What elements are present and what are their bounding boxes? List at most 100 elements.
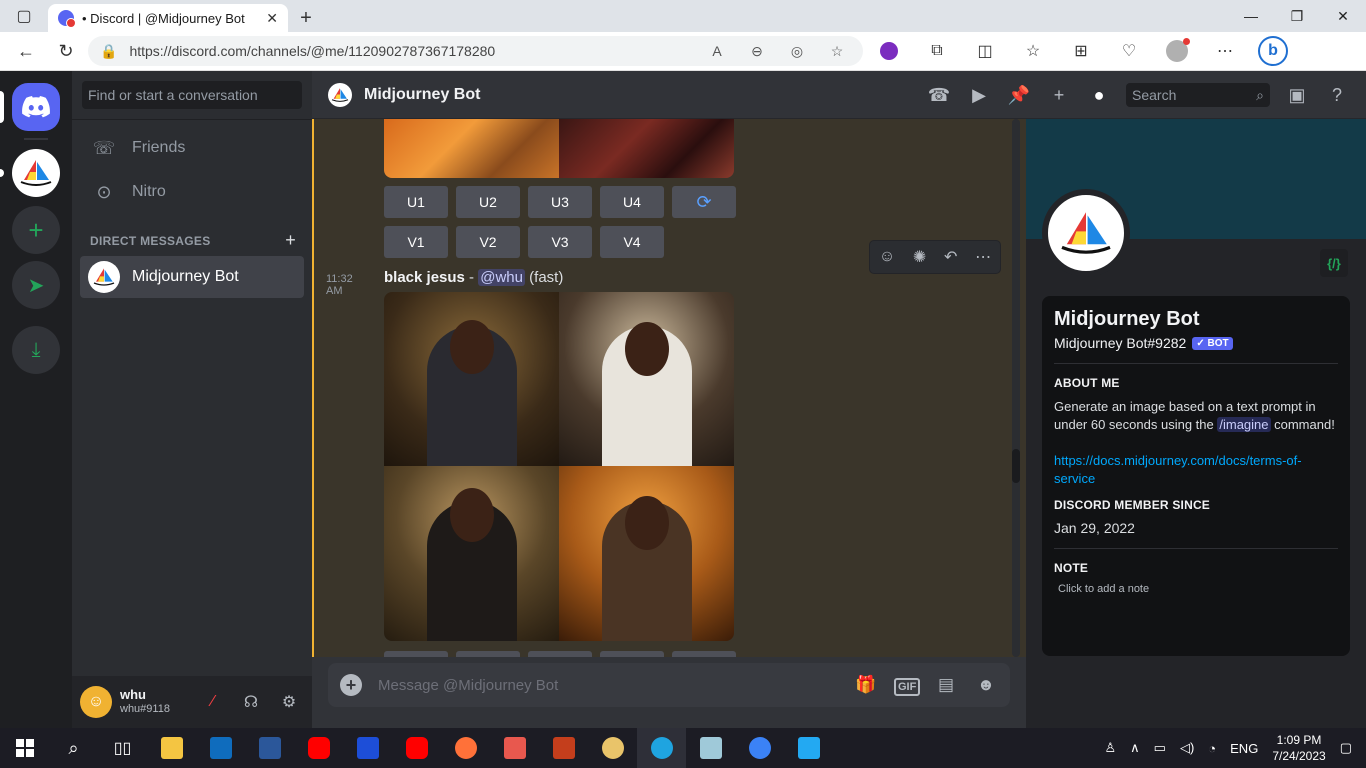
message-list[interactable]: U1 U2 U3 U4 ⟳ V1 V2 V3 V4 ☺ ✺ ↶ ⋯ 11:32 … [312,119,1026,657]
browser-tab[interactable]: • Discord | @Midjourney Bot ✕ [48,4,288,32]
restore-icon[interactable]: ❐ [1274,0,1320,32]
u3-button[interactable]: U3 [528,186,592,218]
find-conversation-input[interactable]: Find or start a conversation [82,81,302,109]
powerpoint-icon[interactable] [539,728,588,768]
vscode-icon[interactable] [784,728,833,768]
u4-button[interactable]: U4 [600,186,664,218]
user-avatar[interactable]: ☺ [80,686,112,718]
profile-icon[interactable] [1155,35,1199,67]
headphones-icon[interactable]: ☊ [236,692,266,712]
outlook-icon[interactable] [196,728,245,768]
user-mention[interactable]: @whu [478,269,525,286]
collections-icon[interactable]: ⊞ [1059,35,1103,67]
add-friends-to-dm-icon[interactable]: + [1046,85,1072,106]
close-tab-icon[interactable]: ✕ [266,10,278,27]
youtube-icon[interactable] [392,728,441,768]
performance-icon[interactable]: ♡ [1107,35,1151,67]
scrollbar-thumb[interactable] [1012,449,1020,483]
firefox-icon[interactable] [441,728,490,768]
search-input[interactable]: Search ⌕ [1126,83,1270,107]
word-icon[interactable] [245,728,294,768]
language-indicator[interactable]: ENG [1230,741,1258,756]
add-server-icon[interactable]: + [12,206,60,254]
gif-icon[interactable]: GIF [894,675,921,696]
voice-call-icon[interactable]: ☎ [926,85,952,106]
refresh-icon[interactable]: ↻ [48,35,84,67]
note-input[interactable]: Click to add a note [1054,583,1338,595]
start-windows-icon[interactable] [0,728,49,768]
v3-button[interactable]: V3 [528,226,592,258]
user-settings-gear-icon[interactable]: ⚙ [274,692,304,712]
terms-link[interactable]: https://docs.midjourney.com/docs/terms-o… [1054,452,1338,488]
edge-icon[interactable] [637,728,686,768]
developer-badge-icon[interactable]: {/} [1320,249,1348,277]
u1-button[interactable]: U1 [384,186,448,218]
v2-button[interactable]: V2 [456,226,520,258]
bing-copilot-icon[interactable]: b [1251,35,1295,67]
dm-item-midjourney-bot[interactable]: Midjourney Bot [80,256,304,298]
favorites-icon[interactable]: ☆ [1011,35,1055,67]
paint-icon[interactable] [588,728,637,768]
attach-plus-icon[interactable]: + [340,674,362,696]
v1-button[interactable]: V1 [384,226,448,258]
favorite-star-icon[interactable]: ☆ [823,43,851,60]
user-profile-toggle-icon[interactable]: ● [1086,85,1112,106]
video-call-icon[interactable]: ▶ [966,85,992,106]
new-tab-button[interactable]: + [288,4,324,32]
message-input[interactable]: Message @Midjourney Bot [378,677,838,694]
file-explorer-icon[interactable] [147,728,196,768]
reroll-icon[interactable]: ⟳ [672,186,736,218]
profile-avatar[interactable] [1042,189,1130,277]
v4-button[interactable]: V4 [600,226,664,258]
emoji-icon[interactable]: ☻ [974,675,998,695]
extensions-puzzle-icon[interactable]: ⧉ [915,35,959,67]
create-dm-icon[interactable]: + [285,231,296,249]
sidebar-item-friends[interactable]: ☏ Friends [80,127,304,169]
youtube-icon[interactable] [294,728,343,768]
imagine-command[interactable]: /imagine [1217,417,1271,432]
task-view-icon[interactable]: ▯▯ [98,728,147,768]
search-icon[interactable]: ⌕ [49,728,98,768]
explore-servers-icon[interactable]: ➤ [12,261,60,309]
address-bar[interactable]: 🔒 https://discord.com/channels/@me/11209… [88,36,863,66]
help-icon[interactable]: ? [1324,85,1350,106]
extension-icon[interactable] [867,35,911,67]
sidebar-item-nitro[interactable]: ⊙ Nitro [80,171,304,213]
clock[interactable]: 1:09 PM 7/24/2023 [1272,732,1325,764]
pinned-messages-icon[interactable]: 📌 [1006,85,1032,106]
gift-icon[interactable]: 🎁 [854,675,878,695]
mute-mic-icon[interactable]: ⁄ [198,693,228,711]
download-apps-icon[interactable]: ⤓ [12,326,60,374]
app-icon[interactable] [490,728,539,768]
zoom-icon[interactable]: ⊖ [743,43,771,60]
volume-icon[interactable]: ◁) [1180,740,1194,756]
user-names[interactable]: whu whu#9118 [120,688,190,716]
split-screen-icon[interactable]: ◫ [963,35,1007,67]
sticker-icon[interactable]: ▤ [934,675,958,695]
minimize-icon[interactable]: — [1228,0,1274,32]
previous-image-grid[interactable] [384,119,734,178]
message-scrollbar[interactable] [1012,119,1020,657]
app-icon[interactable] [343,728,392,768]
u2-button[interactable]: U2 [456,186,520,218]
show-hidden-icons-chevron-icon[interactable]: ∧ [1130,740,1140,756]
more-menu-icon[interactable]: ⋯ [1203,35,1247,67]
reply-icon[interactable]: ↶ [944,247,957,267]
super-reaction-icon[interactable]: ✺ [913,247,926,267]
app-icon[interactable] [686,728,735,768]
network-icon[interactable]: ◔ [1208,741,1216,756]
notifications-icon[interactable]: ▢ [1340,740,1352,756]
back-icon[interactable]: ← [8,35,44,67]
tracking-icon[interactable]: ◎ [783,43,811,60]
add-reaction-icon[interactable]: ☺ [879,248,895,266]
close-window-icon[interactable]: ✕ [1320,0,1366,32]
generated-image-grid[interactable] [384,292,734,641]
message-composer[interactable]: + Message @Midjourney Bot 🎁 GIF ▤ ☻ [328,663,1010,707]
more-options-icon[interactable]: ⋯ [975,247,991,267]
inbox-icon[interactable]: ▣ [1284,85,1310,106]
battery-icon[interactable]: ▭ [1154,740,1166,756]
people-icon[interactable]: ♙ [1104,740,1116,756]
read-aloud-icon[interactable]: A [703,43,731,59]
webex-icon[interactable] [735,728,784,768]
tab-actions-icon[interactable]: ▢ [0,0,48,32]
